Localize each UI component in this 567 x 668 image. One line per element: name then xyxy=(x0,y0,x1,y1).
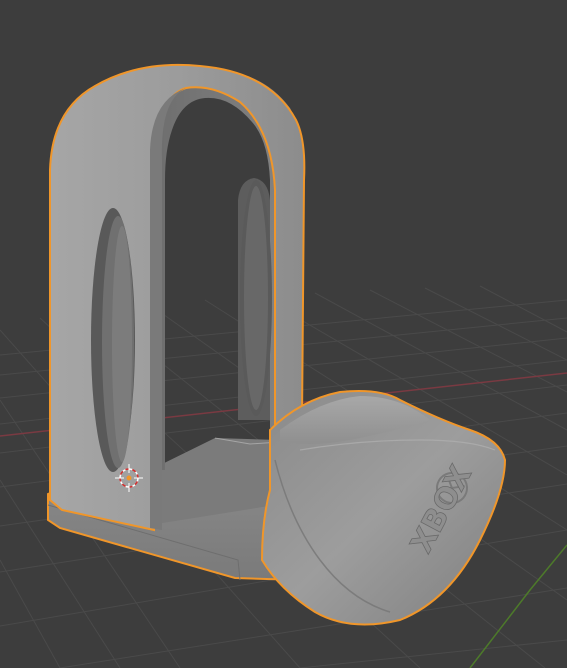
3d-viewport[interactable]: XBOX xyxy=(0,0,567,668)
viewport-canvas[interactable]: XBOX xyxy=(0,0,567,668)
